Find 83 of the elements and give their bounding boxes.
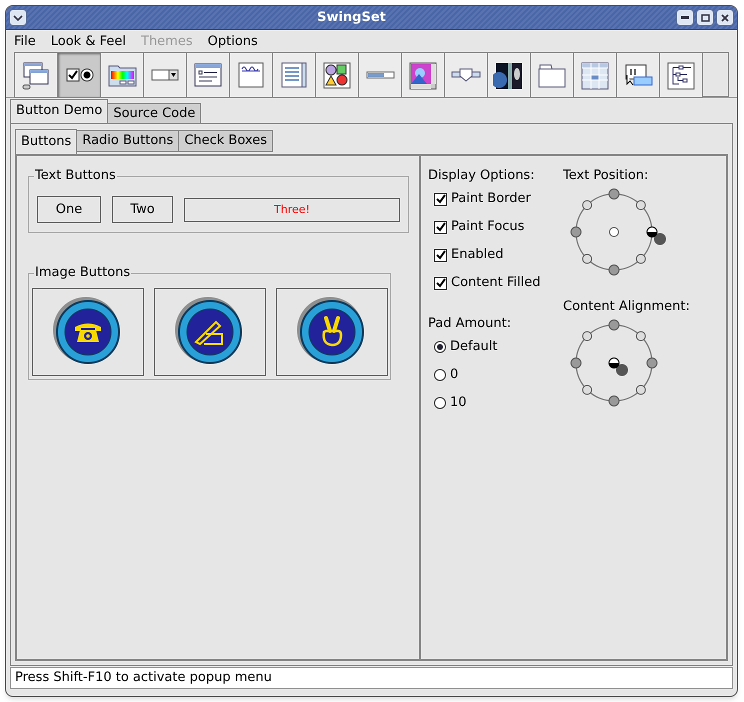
dial-position[interactable] [582,384,592,395]
status-bar: Press Shift-F10 to activate popup menu [10,667,733,689]
toolbar-button[interactable] [659,52,703,98]
image-button[interactable] [32,288,144,376]
checkbox-label[interactable]: Paint Focus [451,217,524,237]
toolbar-button[interactable] [401,52,445,98]
dial-position[interactable] [582,331,592,342]
toolbar-button[interactable] [444,52,488,98]
dial-position[interactable] [636,384,646,395]
dial-knob[interactable] [646,226,666,245]
section-label: Content Alignment: [563,298,690,316]
dial-knob[interactable] [608,358,628,376]
dial-position[interactable] [636,331,646,342]
menu-item[interactable]: File [14,32,36,52]
dropdown-icon [151,69,179,81]
window-title: SwingSet [317,8,386,27]
radio-label[interactable]: 10 [450,393,467,413]
alert-icon [321,60,353,90]
tab[interactable]: Source Code [107,103,202,124]
section-label: Pad Amount: [428,315,512,333]
maximize-icon [700,14,710,22]
chevron-down-icon [13,14,23,20]
toolbar-button[interactable] [186,52,230,98]
radio-button[interactable] [434,369,446,381]
image-button[interactable] [154,288,266,376]
group-title: Image Buttons [34,265,132,281]
tab[interactable]: Radio Buttons [76,130,180,152]
window-menu-button[interactable] [9,9,27,26]
dial-position[interactable] [582,254,592,264]
checkbox-label[interactable]: Enabled [451,245,504,265]
dial-position[interactable] [608,188,620,200]
toolbar-button[interactable] [573,52,617,98]
maximize-button[interactable] [696,9,714,26]
dial-position[interactable] [636,254,646,264]
dial-position[interactable] [609,227,619,237]
image-button[interactable] [276,288,388,376]
toolbar-button[interactable] [14,52,58,98]
radio-label[interactable]: Default [450,337,498,357]
menu-item[interactable]: Options [208,32,258,52]
tab[interactable]: Check Boxes [178,130,273,152]
dial-position[interactable] [636,200,646,210]
checkbox[interactable] [434,192,447,206]
radio-label[interactable]: 0 [450,365,458,385]
toolbar-button[interactable] [616,52,660,98]
dial-position[interactable] [608,320,620,330]
tree-icon [665,60,697,90]
toolbar-button[interactable] [100,52,144,98]
text-button[interactable]: Two [112,196,173,223]
tab[interactable]: Buttons [15,129,78,154]
close-icon [721,14,729,22]
toolbar-background [703,52,729,97]
toolbar-button[interactable] [143,52,187,98]
checkbox[interactable] [434,248,447,262]
dial-position[interactable] [646,358,658,368]
table-icon [579,60,611,90]
dial-position[interactable] [582,200,592,210]
section-label: Text Position: [563,167,650,185]
checkbox[interactable] [434,220,447,234]
dial-position[interactable] [608,264,620,276]
toolbar-button[interactable] [57,52,101,98]
checkbox-label[interactable]: Content Filled [451,273,540,293]
radio-button[interactable] [434,341,446,353]
tab[interactable]: Button Demo [10,99,108,123]
section-label: Display Options: [428,167,536,185]
dial-position[interactable] [608,396,620,406]
toolbar-button[interactable] [229,52,273,98]
text-button[interactable]: One [37,196,101,223]
menu-item[interactable]: Look & Feel [50,32,126,52]
toolbar-button[interactable] [487,52,531,98]
minimize-icon [681,16,689,19]
picture-scroll-icon [407,60,439,90]
progress-bar-icon [366,71,394,79]
dial-position[interactable] [570,358,582,368]
toolbar-button[interactable] [315,52,359,98]
toolbar-button[interactable] [272,52,316,98]
minimize-button[interactable] [676,9,694,26]
radio-button[interactable] [434,397,446,409]
close-button[interactable] [716,9,734,26]
slider-icon [451,68,481,82]
checkbox-label[interactable]: Paint Border [451,189,531,209]
toolbar-button[interactable] [530,52,574,98]
dial-position[interactable] [570,226,582,238]
checkbox[interactable] [434,276,447,290]
